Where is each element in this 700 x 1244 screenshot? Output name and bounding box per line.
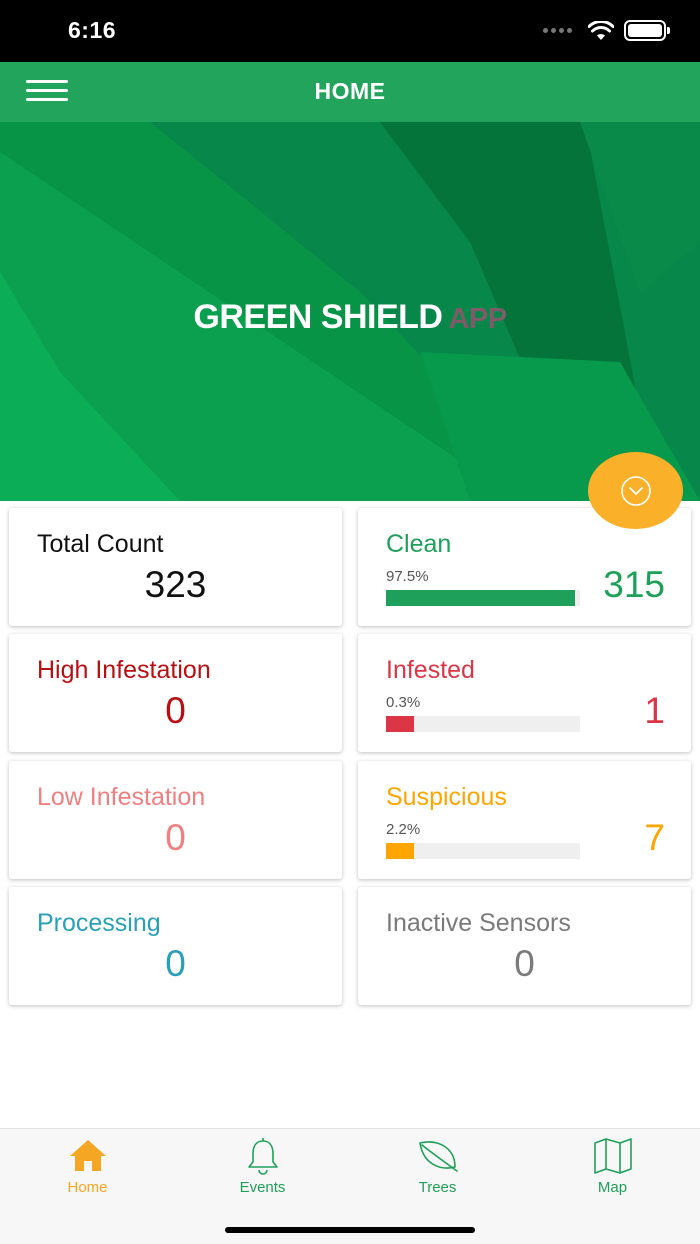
card-title: Low Infestation: [37, 783, 206, 811]
home-indicator: [225, 1227, 475, 1233]
signal-icon: [543, 28, 572, 33]
processing-card[interactable]: Processing 0: [9, 887, 342, 1005]
card-title: Total Count: [37, 530, 164, 558]
tab-label: Map: [597, 1179, 628, 1196]
card-value: 315: [603, 564, 665, 605]
high-infestation-card[interactable]: High Infestation 0: [9, 634, 342, 752]
card-value: 0: [165, 817, 186, 858]
progress-fill: [386, 590, 576, 606]
progress-bar: [386, 843, 580, 859]
expand-button[interactable]: [588, 452, 683, 529]
card-value: 323: [144, 564, 207, 605]
app-header: HOME: [0, 62, 700, 122]
tab-label: Trees: [418, 1179, 457, 1196]
card-value: 0: [514, 943, 535, 984]
card-value: 1: [644, 690, 665, 731]
brand-sub-text: APP: [448, 303, 507, 335]
wifi-icon: [588, 20, 614, 40]
leaf-icon: [418, 1141, 458, 1172]
tab-bar: Home Events Trees Map: [0, 1128, 700, 1244]
bell-icon: [247, 1138, 278, 1175]
inactive-sensors-card[interactable]: Inactive Sensors 0: [358, 887, 691, 1005]
status-bar: 6:16: [0, 0, 700, 62]
tab-home[interactable]: Home: [0, 1137, 175, 1207]
tab-label: Events: [239, 1179, 286, 1196]
status-icons: [543, 20, 670, 41]
suspicious-card[interactable]: Suspicious 2.2% 7: [358, 761, 691, 879]
tab-events[interactable]: Events: [175, 1137, 350, 1207]
card-title: Clean: [386, 530, 452, 558]
card-value: 7: [644, 817, 665, 858]
card-title: Inactive Sensors: [386, 909, 571, 937]
card-percent: 0.3%: [386, 694, 421, 711]
progress-bar: [386, 716, 580, 732]
card-title: Infested: [386, 656, 475, 684]
progress-bar: [386, 590, 580, 606]
card-title: Processing: [37, 909, 161, 937]
status-time: 6:16: [68, 17, 117, 43]
low-infestation-card[interactable]: Low Infestation 0: [9, 761, 342, 879]
tab-map[interactable]: Map: [525, 1137, 700, 1207]
hero-banner: GREEN SHIELD APP: [0, 122, 700, 501]
chevron-down-circle-icon: [620, 475, 651, 506]
infested-card[interactable]: Infested 0.3% 1: [358, 634, 691, 752]
progress-fill: [386, 716, 414, 732]
map-icon: [593, 1138, 632, 1174]
tab-label: Home: [67, 1179, 108, 1196]
battery-icon: [624, 20, 670, 41]
card-value: 0: [165, 690, 186, 731]
card-percent: 97.5%: [386, 568, 429, 585]
card-title: High Infestation: [37, 656, 211, 684]
progress-fill: [386, 843, 414, 859]
brand-main-text: GREEN SHIELD: [193, 298, 443, 336]
brand-logo: GREEN SHIELD APP: [0, 298, 700, 337]
home-icon: [69, 1140, 106, 1171]
card-percent: 2.2%: [386, 821, 421, 838]
tab-trees[interactable]: Trees: [350, 1137, 525, 1207]
total-count-card[interactable]: Total Count 323: [9, 508, 342, 626]
card-title: Suspicious: [386, 783, 507, 811]
page-title: HOME: [314, 78, 386, 104]
card-value: 0: [165, 943, 186, 984]
